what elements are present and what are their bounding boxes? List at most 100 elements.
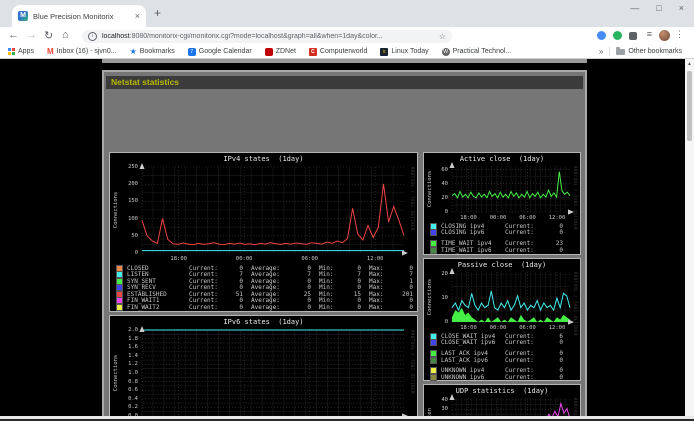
legend-label: CLOSING ipv6 <box>441 229 505 236</box>
x-tick-label: 12:00 <box>549 215 566 221</box>
new-tab-button[interactable]: + <box>154 6 161 20</box>
y-tick-label: 20 <box>424 195 448 201</box>
browser-menu-icon[interactable]: ⋮ <box>675 29 684 40</box>
other-bookmarks-button[interactable]: Other bookmarks <box>616 48 682 55</box>
x-tick-label: 00:00 <box>236 256 253 262</box>
y-tick-label: 150 <box>110 198 138 204</box>
legend-color-swatch <box>430 357 437 364</box>
y-axis-label: Connections <box>113 192 119 228</box>
star-icon: ★ <box>130 47 137 56</box>
legend-row: TIME_WAIT ipv6Current:0 <box>430 247 578 254</box>
chart-passive-close[interactable]: Passive close (1day)Connections0102018:0… <box>423 258 581 381</box>
y-tick-label: 0.4 <box>110 396 138 402</box>
bookmarks-divider <box>609 47 610 56</box>
bookmarks-bar: Apps MInbox (16) - sjvn0... ★Bookmarks 7… <box>0 45 694 59</box>
legend-stat-value: 0 <box>291 304 311 311</box>
y-tick-label: 0.2 <box>110 404 138 410</box>
y-tick-label: 50 <box>110 233 138 239</box>
home-icon[interactable]: ⌂ <box>62 29 69 41</box>
chart-ipv6-states[interactable]: IPv6 states (1day)Connections0.00.20.40.… <box>109 315 418 421</box>
bookmark-practical-technology[interactable]: WPractical Technol... <box>442 48 512 56</box>
y-tick-label: 0 <box>424 319 448 325</box>
reading-list-icon[interactable]: ≡ <box>647 29 652 39</box>
reload-icon[interactable]: ↻ <box>44 29 53 42</box>
bookmark-linux-today[interactable]: ltLinux Today <box>380 48 428 56</box>
tab-title: Blue Precision Monitorix <box>33 12 131 21</box>
y-tick-label: 1.6 <box>110 344 138 350</box>
legend-color-swatch <box>430 229 437 236</box>
page-scrollbar[interactable]: ▲ <box>685 59 694 421</box>
y-tick-label: 0.6 <box>110 387 138 393</box>
y-tick-label: 40 <box>424 397 448 403</box>
y-axis-label: Connections <box>427 171 433 207</box>
scroll-up-icon[interactable]: ▲ <box>685 61 694 67</box>
chart-ipv4-states[interactable]: IPv4 states (1day)Connections05010015020… <box>109 152 418 312</box>
calendar-icon: 7 <box>188 48 196 56</box>
computerworld-icon: C <box>309 48 317 56</box>
extensions-puzzle-icon[interactable] <box>629 32 637 40</box>
rrdtool-watermark: RRDTOOL / TOBI OETIKER <box>410 330 415 394</box>
y-tick-label: 1.8 <box>110 336 138 342</box>
address-bar[interactable]: i localhost:8080/monitorix-cgi/monitorix… <box>82 30 452 43</box>
linux-today-icon: lt <box>380 48 388 56</box>
y-tick-label: 250 <box>110 164 138 170</box>
x-tick-label: 18:00 <box>170 256 187 262</box>
tab-close-icon[interactable]: × <box>135 11 140 21</box>
graph-legend: CLOSING ipv4Current:0CLOSING ipv6Current… <box>430 223 578 253</box>
legend-row: LAST_ACK ipv6Current:0 <box>430 357 578 364</box>
legend-color-swatch <box>430 374 437 381</box>
section-title: Netstat statistics <box>106 76 583 89</box>
monitorix-favicon: M <box>18 11 28 21</box>
bookmark-google-calendar[interactable]: 7Google Calendar <box>188 48 252 56</box>
legend-stat-value: 0 <box>545 339 563 346</box>
window-maximize-icon[interactable]: □ <box>656 3 661 13</box>
y-tick-label: 0 <box>424 209 448 215</box>
legend-stat-value: 0 <box>545 374 563 381</box>
legend-color-swatch <box>116 304 123 311</box>
graph-title: Active close (1day) <box>424 155 580 163</box>
previous-section-edge <box>102 59 587 63</box>
plot-area <box>452 272 570 322</box>
bookmark-bookmarks[interactable]: ★Bookmarks <box>130 47 175 56</box>
legend-stat-key: Current: <box>505 229 545 236</box>
y-tick-label: 200 <box>110 181 138 187</box>
bookmark-computerworld[interactable]: CComputerworld <box>309 48 367 56</box>
legend-label: TIME_WAIT ipv6 <box>441 247 505 254</box>
scrollbar-thumb[interactable] <box>687 71 692 141</box>
extension-blue-icon[interactable] <box>597 31 606 40</box>
y-tick-label: 0 <box>110 250 138 256</box>
y-tick-label: 100 <box>110 216 138 222</box>
legend-row: CLOSE_WAIT ipv6Current:0 <box>430 340 578 347</box>
graph-legend: CLOSE_WAIT ipv4Current:6CLOSE_WAIT ipv6C… <box>430 333 578 381</box>
bookmark-star-icon[interactable]: ☆ <box>439 32 446 41</box>
legend-label: LAST_ACK ipv6 <box>441 357 505 364</box>
y-tick-label: 2.0 <box>110 327 138 333</box>
page-content: Netstat statistics IPv4 states (1day)Con… <box>0 59 694 421</box>
rrdtool-watermark: RRDTOOL / TOBI OETIKER <box>573 166 578 230</box>
plot-area <box>142 167 404 253</box>
extension-green-icon[interactable] <box>613 31 622 40</box>
legend-color-swatch <box>430 247 437 254</box>
bookmark-apps[interactable]: Apps <box>8 48 34 55</box>
plot-area <box>452 166 570 212</box>
back-icon[interactable]: ← <box>8 29 19 41</box>
bookmarks-overflow-icon[interactable]: » <box>599 47 603 56</box>
legend-stat-value: 0 <box>545 247 563 254</box>
legend-stat-key: Current: <box>189 304 223 311</box>
x-tick-label: 12:00 <box>549 325 566 331</box>
legend-row: UNKNOWN ipv6Current:0 <box>430 374 578 381</box>
browser-tab[interactable]: M Blue Precision Monitorix × <box>12 5 146 27</box>
legend-color-swatch <box>430 339 437 346</box>
legend-row: CLOSING ipv6Current:0 <box>430 230 578 237</box>
x-tick-label: 00:00 <box>490 215 507 221</box>
legend-label: FIN_WAIT2 <box>127 304 189 311</box>
window-minimize-icon[interactable]: — <box>630 3 639 13</box>
window-close-icon[interactable]: × <box>679 3 684 13</box>
bookmark-inbox[interactable]: MInbox (16) - sjvn0... <box>47 47 117 56</box>
bookmark-zdnet[interactable]: ZDNet <box>265 48 296 56</box>
y-tick-label: 30 <box>424 406 448 412</box>
profile-avatar[interactable] <box>659 30 670 41</box>
zdnet-icon <box>265 48 273 56</box>
chart-active-close[interactable]: Active close (1day)Connections020406018:… <box>423 152 581 255</box>
page-info-icon[interactable]: i <box>88 32 97 41</box>
